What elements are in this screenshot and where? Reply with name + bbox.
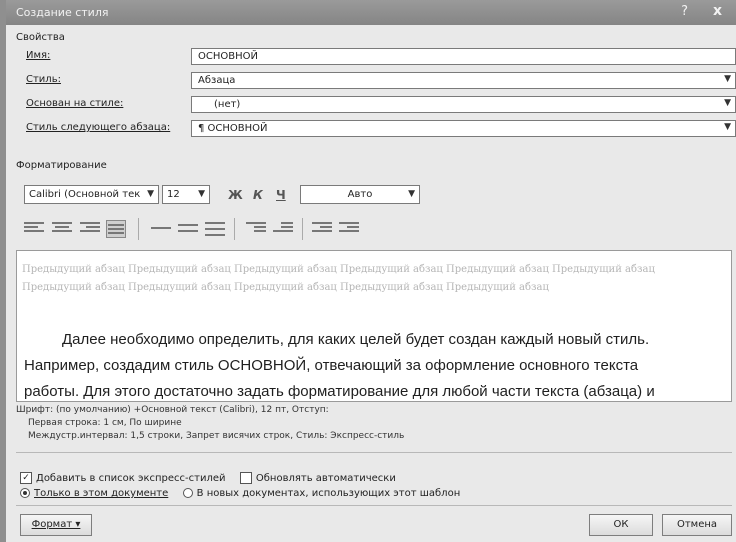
description-line: Междустр.интервал: 1,5 строки, Запрет ви… [28, 431, 405, 441]
align-left-button[interactable] [24, 220, 44, 238]
description-line: Шрифт: (по умолчанию) +Основной текст (C… [16, 405, 329, 415]
properties-section-label: Свойства [16, 32, 65, 43]
space-after-button[interactable] [273, 220, 293, 238]
based-on-label: Основан на стиле: [26, 98, 124, 109]
only-this-document-radio[interactable] [20, 488, 30, 498]
add-quick-styles-checkbox[interactable]: ✓ [20, 472, 32, 484]
decrease-indent-button[interactable] [312, 220, 332, 238]
divider [16, 452, 732, 453]
description-line: Первая строка: 1 см, По ширине [28, 418, 182, 428]
previous-paragraph-sample: Предыдущий абзац Предыдущий абзац Предыд… [22, 264, 655, 293]
chevron-down-icon: ▼ [147, 189, 154, 199]
single-spacing-button[interactable] [151, 220, 171, 238]
chevron-down-icon: ▼ [724, 74, 731, 84]
cancel-button[interactable]: Отмена [662, 514, 732, 536]
title-bar: Создание стиля ? x [6, 0, 736, 25]
close-button[interactable]: x [713, 3, 722, 19]
new-documents-radio[interactable] [182, 488, 193, 498]
name-input[interactable]: ОСНОВНОЙ [191, 48, 736, 65]
bold-button[interactable]: Ж [228, 188, 243, 202]
italic-button[interactable]: К [253, 188, 263, 202]
font-value: Calibri (Основной тек [29, 189, 141, 200]
style-type-value: Абзаца [198, 75, 236, 86]
add-quick-styles-label[interactable]: Добавить в список экспресс-стилей [36, 473, 226, 484]
style-type-select[interactable]: Абзаца ▼ [191, 72, 736, 89]
options-row-1: ✓ Добавить в список экспресс-стилей Обнов… [20, 472, 396, 484]
new-documents-label[interactable]: В новых документах, использующих этот ша… [197, 488, 461, 499]
double-spacing-button[interactable] [205, 220, 225, 238]
toolbar-separator [138, 218, 139, 240]
space-before-button[interactable] [246, 220, 266, 238]
style-type-label: Стиль: [26, 74, 61, 85]
align-center-button[interactable] [52, 220, 72, 238]
chevron-down-icon: ▼ [724, 122, 731, 132]
divider [16, 505, 732, 506]
ok-button[interactable]: ОК [589, 514, 653, 536]
options-row-2: Только в этом документе В новых документ… [20, 488, 460, 499]
chevron-down-icon: ▼ [198, 189, 205, 199]
one-half-spacing-button[interactable] [178, 220, 198, 238]
format-menu-button[interactable]: Формат ▾ [20, 514, 92, 536]
style-preview: Предыдущий абзац Предыдущий абзац Предыд… [16, 250, 732, 402]
preview-line: Например, создадим стиль ОСНОВНОЙ, отвеч… [24, 357, 639, 374]
preview-line: работы. Для этого достаточно задать форм… [24, 383, 655, 400]
based-on-value: (нет) [214, 99, 241, 110]
name-label: Имя: [26, 50, 51, 61]
chevron-down-icon: ▼ [724, 98, 731, 108]
increase-indent-button[interactable] [339, 220, 359, 238]
dialog-title: Создание стиля [16, 6, 109, 19]
auto-update-checkbox[interactable] [239, 472, 252, 484]
next-style-select[interactable]: ¶ ОСНОВНОЙ ▼ [191, 120, 736, 137]
preview-line: Далее необходимо определить, для каких ц… [62, 331, 650, 348]
formatting-section-label: Форматирование [16, 160, 107, 171]
font-size-select[interactable]: 12 ▼ [162, 185, 210, 204]
font-select[interactable]: Calibri (Основной тек ▼ [24, 185, 159, 204]
font-color-select[interactable]: Авто ▼ [300, 185, 420, 204]
chevron-down-icon: ▼ [408, 189, 415, 199]
toolbar-separator [302, 218, 303, 240]
preview-text: Далее необходимо определить, для каких ц… [24, 329, 729, 401]
next-style-label: Стиль следующего абзаца: [26, 122, 171, 133]
justify-button[interactable] [106, 220, 126, 238]
help-button[interactable]: ? [681, 4, 688, 19]
next-style-value: ¶ ОСНОВНОЙ [198, 123, 268, 134]
only-this-document-label[interactable]: Только в этом документе [34, 488, 168, 499]
font-size-value: 12 [167, 189, 180, 200]
name-input-value: ОСНОВНОЙ [198, 51, 258, 62]
toolbar-separator [234, 218, 235, 240]
create-style-dialog: Создание стиля ? x Свойства Имя: ОСНОВНО… [6, 0, 736, 542]
style-description: Шрифт: (по умолчанию) +Основной текст (C… [16, 404, 732, 443]
underline-button[interactable]: Ч [276, 188, 286, 202]
based-on-select[interactable]: (нет) ▼ [191, 96, 736, 113]
auto-update-label[interactable]: Обновлять автоматически [256, 473, 396, 484]
font-color-value: Авто [347, 189, 373, 200]
align-right-button[interactable] [80, 220, 100, 238]
